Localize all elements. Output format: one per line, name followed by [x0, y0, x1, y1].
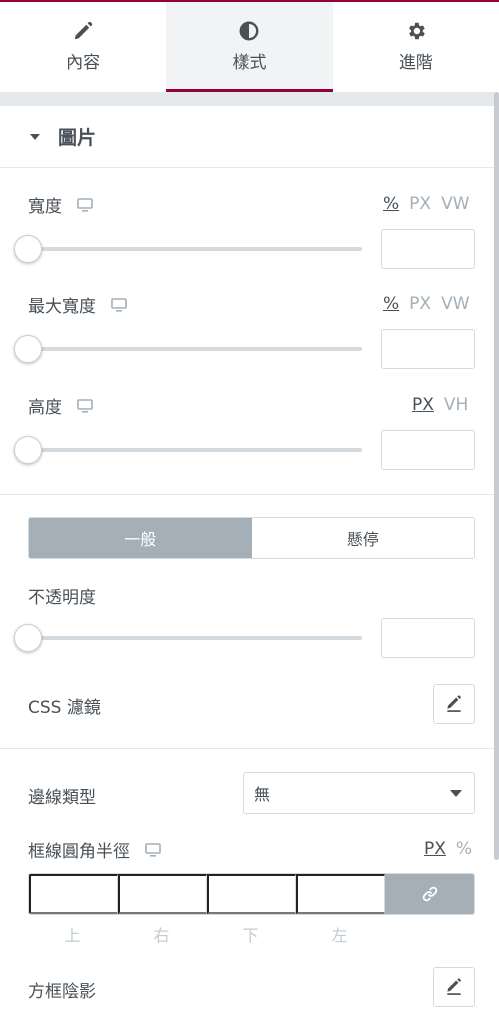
border-radius-label-text: 框線圓角半徑: [28, 842, 130, 862]
tab-content[interactable]: 內容: [0, 2, 166, 92]
tab-style-label: 樣式: [232, 53, 267, 73]
opacity-input[interactable]: [381, 618, 475, 658]
css-filters-label-text: CSS 濾鏡: [28, 698, 101, 718]
pencil-icon: [74, 21, 93, 40]
box-shadow-label: 方框陰影: [28, 977, 96, 1002]
max-width-slider-handle[interactable]: [14, 335, 42, 363]
link-icon: [422, 886, 437, 902]
max-width-slider[interactable]: [14, 335, 362, 363]
unit-vw[interactable]: VW: [441, 294, 469, 314]
tab-content-label: 內容: [66, 53, 101, 73]
max-width-label: 最大寬度: [28, 292, 128, 317]
width-input[interactable]: [381, 229, 475, 269]
radius-top-input[interactable]: [29, 874, 118, 914]
height-label-text: 高度: [28, 398, 62, 418]
monitor-icon[interactable]: [144, 842, 162, 858]
unit-px[interactable]: PX: [424, 839, 446, 859]
monitor-icon[interactable]: [110, 297, 128, 313]
divider: [0, 494, 494, 495]
border-radius-side-labels: 上 右 下 左: [28, 922, 385, 946]
width-label: 寬度: [28, 192, 94, 217]
section-title: 圖片: [58, 127, 97, 149]
pencil-icon: [447, 978, 461, 995]
unit-percent[interactable]: %: [383, 194, 399, 214]
scrollbar[interactable]: [494, 92, 499, 860]
radius-bottom-input[interactable]: [207, 874, 296, 914]
state-tab-normal[interactable]: 一般: [29, 518, 252, 558]
border-radius-units: PX %: [424, 839, 472, 859]
css-filters-label: CSS 濾鏡: [28, 693, 101, 718]
opacity-slider[interactable]: [14, 624, 362, 652]
unit-px[interactable]: PX: [409, 294, 431, 314]
caret-down-icon: [30, 133, 40, 140]
panel-tabs: 內容 樣式 進階: [0, 2, 499, 92]
border-type-select[interactable]: 無: [243, 772, 475, 814]
state-tab-hover[interactable]: 懸停: [251, 518, 474, 558]
height-slider[interactable]: [14, 436, 362, 464]
border-type-value: 無: [254, 785, 271, 804]
side-label-right: 右: [153, 926, 170, 945]
width-units: % PX VW: [383, 194, 470, 214]
link-values-button[interactable]: [385, 874, 474, 914]
height-label: 高度: [28, 393, 94, 418]
pencil-icon: [447, 695, 461, 712]
unit-px[interactable]: PX: [409, 194, 431, 214]
opacity-label: 不透明度: [28, 583, 96, 608]
side-label-left: 左: [331, 926, 348, 945]
max-width-label-text: 最大寬度: [28, 297, 96, 317]
height-units: PX VH: [412, 395, 468, 415]
divider: [0, 748, 494, 749]
opacity-label-text: 不透明度: [28, 588, 96, 608]
monitor-icon[interactable]: [76, 398, 94, 414]
tab-style[interactable]: 樣式: [166, 2, 333, 92]
tab-advanced[interactable]: 進階: [333, 2, 499, 92]
monitor-icon[interactable]: [76, 197, 94, 213]
width-slider[interactable]: [14, 235, 362, 263]
unit-percent[interactable]: %: [383, 294, 399, 314]
unit-px[interactable]: PX: [412, 395, 434, 415]
box-shadow-label-text: 方框陰影: [28, 982, 96, 1002]
side-label-bottom: 下: [242, 926, 259, 945]
section-header-image[interactable]: 圖片: [0, 106, 494, 168]
chevron-down-icon: [450, 790, 462, 797]
border-type-label-text: 邊線類型: [28, 788, 96, 808]
unit-vw[interactable]: VW: [441, 194, 469, 214]
tabs-separator: [0, 92, 494, 106]
height-input[interactable]: [381, 430, 475, 470]
box-shadow-edit-button[interactable]: [433, 967, 475, 1007]
unit-vh[interactable]: VH: [444, 395, 468, 415]
border-radius-label: 框線圓角半徑: [28, 837, 162, 862]
height-slider-handle[interactable]: [14, 436, 42, 464]
max-width-units: % PX VW: [383, 294, 470, 314]
side-label-top: 上: [64, 926, 81, 945]
radius-left-input[interactable]: [296, 874, 385, 914]
border-radius-dimensions: [28, 873, 475, 915]
width-label-text: 寬度: [28, 197, 62, 217]
unit-percent[interactable]: %: [456, 839, 472, 859]
half-circle-icon: [240, 21, 259, 41]
tab-advanced-label: 進階: [398, 53, 433, 73]
css-filters-edit-button[interactable]: [433, 684, 475, 724]
radius-right-input[interactable]: [118, 874, 207, 914]
width-slider-handle[interactable]: [14, 235, 42, 263]
border-type-label: 邊線類型: [28, 783, 96, 808]
opacity-slider-handle[interactable]: [14, 624, 42, 652]
gear-icon: [408, 22, 425, 40]
max-width-input[interactable]: [381, 329, 475, 369]
state-tabs: 一般 懸停: [28, 517, 475, 559]
